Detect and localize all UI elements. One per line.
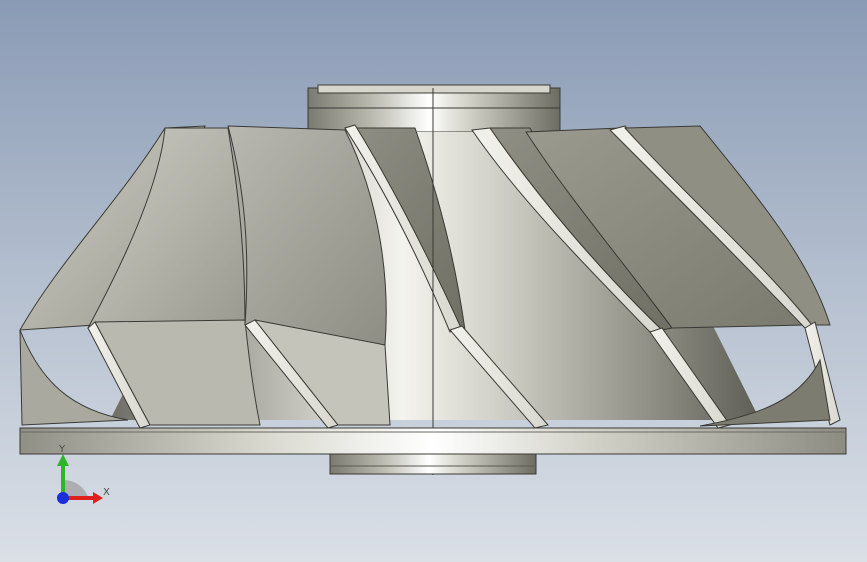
impeller-model[interactable] <box>0 0 867 562</box>
hub-top <box>307 84 561 133</box>
graphics-viewport[interactable]: Y X <box>0 0 867 562</box>
coordinate-triad: Y X <box>57 444 110 504</box>
base-disk <box>19 427 847 455</box>
bottom-boss <box>329 453 537 475</box>
y-axis-label: Y <box>58 444 66 455</box>
z-axis <box>57 492 69 504</box>
x-axis-label: X <box>103 487 110 498</box>
